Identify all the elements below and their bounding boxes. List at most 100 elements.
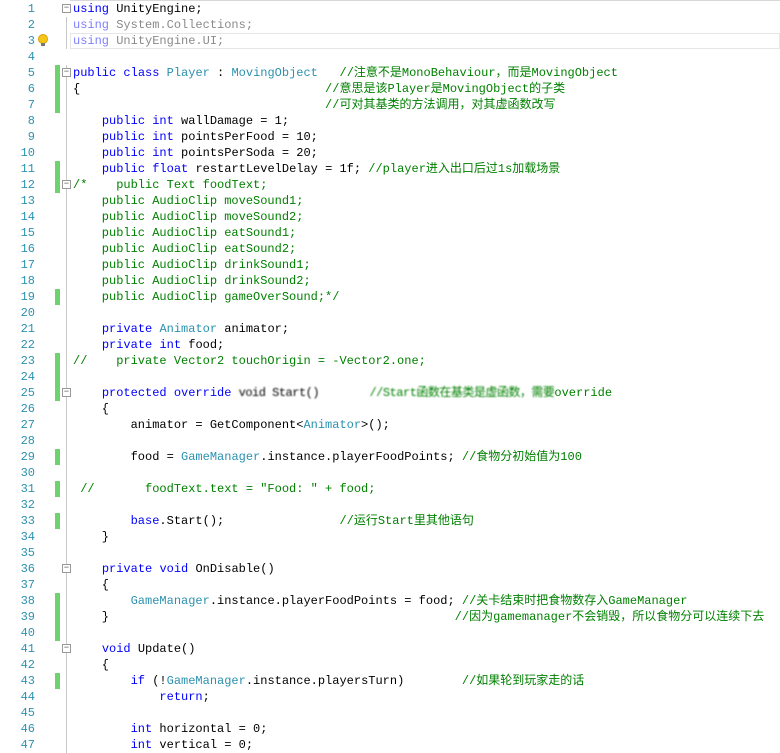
code-text[interactable]: animator = GetComponent<Animator>(); bbox=[73, 417, 390, 433]
code-line[interactable]: 15 public AudioClip eatSound1; bbox=[0, 225, 780, 241]
collapse-icon[interactable]: − bbox=[62, 68, 71, 77]
code-line[interactable]: 17 public AudioClip drinkSound1; bbox=[0, 257, 780, 273]
code-line[interactable]: 44 return; bbox=[0, 689, 780, 705]
collapse-icon[interactable]: − bbox=[62, 564, 71, 573]
code-editor[interactable]: 1− using UnityEngine; 2 using System.Collec… bbox=[0, 1, 780, 753]
code-line[interactable]: 35 bbox=[0, 545, 780, 561]
code-text[interactable]: private Animator animator; bbox=[73, 321, 289, 337]
code-line[interactable]: 4 bbox=[0, 49, 780, 65]
code-text[interactable]: public AudioClip drinkSound2; bbox=[73, 273, 311, 289]
code-line[interactable]: 21 private Animator animator; bbox=[0, 321, 780, 337]
code-line[interactable]: 26 { bbox=[0, 401, 780, 417]
code-text[interactable]: private int food; bbox=[73, 337, 224, 353]
code-line[interactable]: 28 bbox=[0, 433, 780, 449]
code-line[interactable]: 46 int horizontal = 0; bbox=[0, 721, 780, 737]
code-line[interactable]: 2 using System.Collections; bbox=[0, 17, 780, 33]
lightbulb-icon[interactable] bbox=[37, 34, 49, 48]
code-line[interactable]: 38 GameManager.instance.playerFoodPoints… bbox=[0, 593, 780, 609]
collapse-icon[interactable]: − bbox=[62, 180, 71, 189]
change-marker bbox=[55, 353, 60, 369]
code-line[interactable]: 34 } bbox=[0, 529, 780, 545]
code-line[interactable]: 16 public AudioClip eatSound2; bbox=[0, 241, 780, 257]
code-text[interactable]: // foodText.text = "Food: " + food; bbox=[73, 481, 375, 497]
code-text[interactable]: base.Start(); //运行Start里其他语句 bbox=[73, 513, 474, 529]
code-line[interactable]: 24 bbox=[0, 369, 780, 385]
code-text[interactable]: public int pointsPerFood = 10; bbox=[73, 129, 318, 145]
code-text[interactable]: GameManager.instance.playerFoodPoints = … bbox=[73, 593, 688, 609]
code-text[interactable]: private void OnDisable() bbox=[73, 561, 275, 577]
code-line[interactable]: 39 } //因为gamemanager不会销毁，所以食物分可以连续下去 bbox=[0, 609, 780, 625]
code-line[interactable]: 29 food = GameManager.instance.playerFoo… bbox=[0, 449, 780, 465]
code-line[interactable]: 5 − public class Player : MovingObject //注… bbox=[0, 65, 780, 81]
collapse-icon[interactable]: − bbox=[62, 388, 71, 397]
code-line[interactable]: 33 base.Start(); //运行Start里其他语句 bbox=[0, 513, 780, 529]
code-text[interactable]: public AudioClip eatSound1; bbox=[73, 225, 296, 241]
code-line[interactable]: 8 public int wallDamage = 1; bbox=[0, 113, 780, 129]
code-line[interactable]: 6 { //意思是该Player是MovingObject的子类 bbox=[0, 81, 780, 97]
code-text[interactable]: using UnityEngine; bbox=[73, 1, 203, 17]
change-marker bbox=[55, 81, 60, 97]
code-line[interactable]: 41 − void Update() bbox=[0, 641, 780, 657]
code-line[interactable]: 1 − using UnityEngine; bbox=[0, 1, 780, 17]
code-line[interactable]: 7 //可对其基类的方法调用，对其虚函数改写 bbox=[0, 97, 780, 113]
code-text[interactable]: using UnityEngine.UI; bbox=[73, 33, 224, 49]
code-text[interactable]: void Update() bbox=[73, 641, 196, 657]
code-line[interactable]: 40 bbox=[0, 625, 780, 641]
code-text[interactable]: using System.Collections; bbox=[73, 17, 253, 33]
code-line[interactable]: 25 − protected override void Start() //St… bbox=[0, 385, 780, 401]
code-token: override bbox=[173, 386, 232, 400]
code-text[interactable]: { bbox=[73, 401, 109, 417]
code-text[interactable]: public float restartLevelDelay = 1f; //p… bbox=[73, 161, 560, 177]
code-line[interactable]: 13 public AudioClip moveSound1; bbox=[0, 193, 780, 209]
code-line[interactable]: 11 public float restartLevelDelay = 1f; … bbox=[0, 161, 780, 177]
code-line[interactable]: 32 bbox=[0, 497, 780, 513]
code-line[interactable]: 31 // foodText.text = "Food: " + food; bbox=[0, 481, 780, 497]
code-text[interactable]: { bbox=[73, 577, 109, 593]
code-line[interactable]: 22 private int food; bbox=[0, 337, 780, 353]
code-text[interactable]: public AudioClip gameOverSound;*/ bbox=[73, 289, 340, 305]
code-text[interactable]: public int pointsPerSoda = 20; bbox=[73, 145, 318, 161]
code-line[interactable]: 20 bbox=[0, 305, 780, 321]
code-line[interactable]: 18 public AudioClip drinkSound2; bbox=[0, 273, 780, 289]
collapse-icon[interactable]: − bbox=[62, 644, 71, 653]
code-text[interactable]: public AudioClip drinkSound1; bbox=[73, 257, 311, 273]
code-line[interactable]: 23 // private Vector2 touchOrigin = -Vect… bbox=[0, 353, 780, 369]
code-text[interactable]: public AudioClip moveSound2; bbox=[73, 209, 304, 225]
code-text[interactable]: if (!GameManager.instance.playersTurn) /… bbox=[73, 673, 585, 689]
code-line[interactable]: 27 animator = GetComponent<Animator>(); bbox=[0, 417, 780, 433]
code-token: System.Collections; bbox=[109, 18, 254, 32]
code-text[interactable]: public AudioClip eatSound2; bbox=[73, 241, 296, 257]
code-line[interactable]: 36 − private void OnDisable() bbox=[0, 561, 780, 577]
line-number: 35 bbox=[20, 546, 35, 560]
code-token: private bbox=[101, 322, 153, 336]
collapse-icon[interactable]: − bbox=[62, 4, 71, 13]
code-text[interactable]: //可对其基类的方法调用，对其虚函数改写 bbox=[73, 97, 555, 113]
code-line[interactable]: 14 public AudioClip moveSound2; bbox=[0, 209, 780, 225]
code-line[interactable]: 30 bbox=[0, 465, 780, 481]
code-text[interactable]: /* public Text foodText; bbox=[73, 177, 267, 193]
code-line[interactable]: 47 int vertical = 0; bbox=[0, 737, 780, 753]
code-text[interactable]: } bbox=[73, 529, 109, 545]
code-text[interactable]: public class Player : MovingObject //注意不… bbox=[73, 65, 618, 81]
code-text[interactable]: public AudioClip moveSound1; bbox=[73, 193, 304, 209]
code-line[interactable]: 10 public int pointsPerSoda = 20; bbox=[0, 145, 780, 161]
code-line[interactable]: 37 { bbox=[0, 577, 780, 593]
code-line[interactable]: 12 −/* public Text foodText; bbox=[0, 177, 780, 193]
code-text[interactable]: // private Vector2 touchOrigin = -Vector… bbox=[73, 353, 426, 369]
code-text[interactable]: food = GameManager.instance.playerFoodPo… bbox=[73, 449, 582, 465]
code-text[interactable]: { //意思是该Player是MovingObject的子类 bbox=[73, 81, 565, 97]
code-line[interactable]: 9 public int pointsPerFood = 10; bbox=[0, 129, 780, 145]
line-number: 42 bbox=[20, 658, 35, 672]
code-text[interactable]: } //因为gamemanager不会销毁，所以食物分可以连续下去 bbox=[73, 609, 765, 625]
code-line[interactable]: 43 if (!GameManager.instance.playersTurn… bbox=[0, 673, 780, 689]
code-text[interactable]: protected override void Start() //Start函… bbox=[73, 385, 612, 401]
code-line[interactable]: 19 public AudioClip gameOverSound;*/ bbox=[0, 289, 780, 305]
code-text[interactable]: int vertical = 0; bbox=[73, 737, 253, 753]
code-text[interactable]: return; bbox=[73, 689, 209, 705]
code-line[interactable]: 45 bbox=[0, 705, 780, 721]
code-text[interactable]: int horizontal = 0; bbox=[73, 721, 268, 737]
code-line[interactable]: 42 { bbox=[0, 657, 780, 673]
code-line[interactable]: 3 using UnityEngine.UI; bbox=[0, 33, 780, 49]
code-text[interactable]: { bbox=[73, 657, 109, 673]
code-text[interactable]: public int wallDamage = 1; bbox=[73, 113, 289, 129]
